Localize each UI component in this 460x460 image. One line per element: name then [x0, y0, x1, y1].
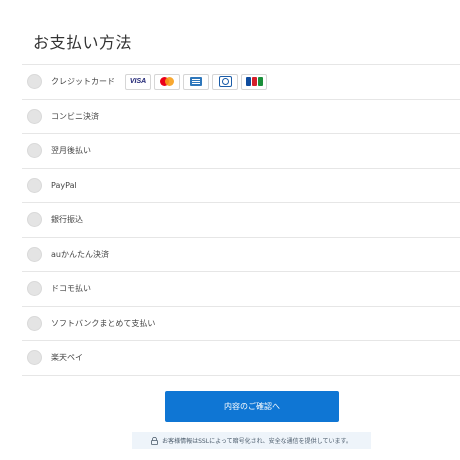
card-brand-logos: VISA: [125, 73, 267, 90]
payment-option-convenience-store[interactable]: コンビニ決済: [22, 98, 460, 134]
payment-option-label: クレジットカード: [51, 77, 115, 87]
jcb-icon: [241, 73, 267, 90]
payment-option-label: 銀行振込: [51, 215, 83, 225]
radio-button[interactable]: [27, 350, 42, 366]
radio-button[interactable]: [27, 315, 42, 331]
payment-option-label: PayPal: [51, 180, 77, 190]
radio-button[interactable]: [27, 108, 42, 124]
radio-button[interactable]: [27, 177, 42, 193]
radio-button[interactable]: [27, 74, 42, 90]
payment-option-label: コンビニ決済: [51, 111, 99, 121]
payment-option-bank-transfer[interactable]: 銀行振込: [22, 202, 460, 237]
radio-button[interactable]: [27, 281, 42, 297]
radio-button[interactable]: [27, 246, 42, 262]
payment-option-label: auかんたん決済: [51, 249, 109, 259]
payment-option-paypal[interactable]: PayPal: [22, 167, 460, 203]
payment-option-deferred[interactable]: 翌月後払い: [22, 133, 460, 168]
payment-option-rakuten-pay[interactable]: 楽天ペイ: [22, 340, 460, 376]
payment-option-au[interactable]: auかんたん決済: [22, 236, 460, 272]
radio-button[interactable]: [27, 143, 42, 159]
ssl-notice-text: お客様情報はSSLによって暗号化され、安全な通信を提供しています。: [162, 438, 352, 445]
amex-icon: [183, 73, 209, 90]
ssl-notice: お客様情報はSSLによって暗号化され、安全な通信を提供しています。: [132, 432, 371, 449]
page-title: お支払い方法: [33, 33, 133, 52]
payment-option-label: 楽天ペイ: [51, 353, 83, 363]
confirm-button[interactable]: 内容のご確認へ: [165, 391, 339, 422]
payment-option-softbank[interactable]: ソフトバンクまとめて支払い: [22, 305, 460, 341]
visa-icon: VISA: [125, 73, 151, 90]
payment-option-label: ドコモ払い: [51, 284, 91, 294]
diners-icon: [212, 73, 238, 90]
payment-method-list: クレジットカード VISA コンビニ決済 翌月後払い PayPal 銀行振込 a…: [22, 64, 460, 376]
lock-icon: [151, 436, 159, 445]
payment-option-label: 翌月後払い: [51, 146, 91, 156]
payment-option-docomo[interactable]: ドコモ払い: [22, 271, 460, 306]
payment-option-credit-card[interactable]: クレジットカード VISA: [22, 64, 460, 99]
mastercard-icon: [154, 73, 180, 90]
payment-option-label: ソフトバンクまとめて支払い: [51, 318, 156, 328]
radio-button[interactable]: [27, 212, 42, 228]
